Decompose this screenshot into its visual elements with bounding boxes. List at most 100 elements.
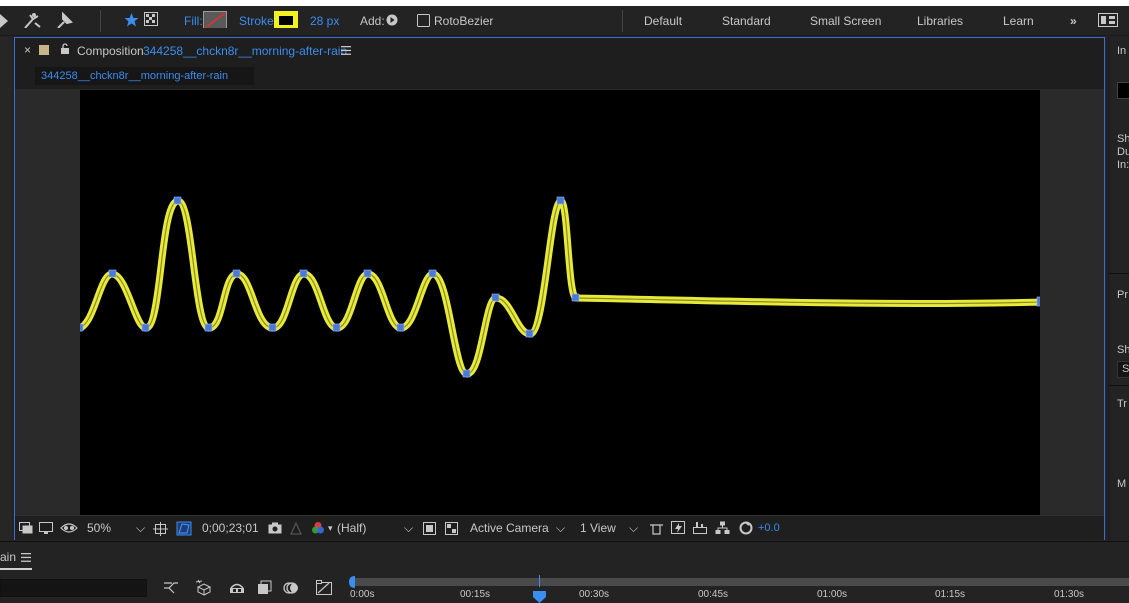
right-panel-field[interactable]: Sh (1117, 361, 1129, 378)
close-panel-icon[interactable]: × (24, 43, 31, 57)
play-arrow-icon[interactable] (0, 11, 10, 28)
comp-color-label-icon[interactable] (39, 45, 49, 55)
zoom-value[interactable]: 50% (87, 521, 111, 536)
checker-mask-icon[interactable] (144, 12, 158, 29)
path-vertex[interactable] (75, 323, 84, 332)
always-preview-icon[interactable] (19, 522, 33, 537)
path-vertex[interactable] (332, 323, 341, 332)
timeline-menu-icon[interactable] (21, 553, 31, 562)
composition-subtab[interactable]: 344258__chckn8r__morning-after-rain (35, 67, 254, 85)
workspace-menu-icon[interactable] (1098, 13, 1118, 30)
path-vertex[interactable] (462, 369, 471, 378)
draft-3d-icon[interactable] (195, 579, 213, 597)
stroke-label[interactable]: Stroke: (239, 13, 277, 30)
shy-layers-icon[interactable] (228, 580, 246, 596)
exposure-value[interactable]: +0.0 (758, 521, 780, 536)
graph-editor-icon[interactable] (316, 580, 333, 596)
comp-flowchart-icon[interactable] (163, 580, 179, 596)
add-dropdown-icon[interactable] (386, 13, 398, 30)
workspace-libraries[interactable]: Libraries (917, 13, 963, 30)
frame-blending-icon[interactable] (257, 580, 273, 596)
transparency-grid-icon[interactable] (445, 522, 458, 537)
channel-dropdown-icon[interactable]: ▾ (328, 521, 333, 536)
path-vertex[interactable] (173, 196, 182, 205)
path-vertex[interactable] (204, 323, 213, 332)
timeline-search-input[interactable] (0, 579, 147, 597)
path-vertex[interactable] (299, 269, 308, 278)
timeline-tab[interactable]: ain (0, 548, 16, 566)
resolution-dropdown-icon[interactable]: ⌵ (404, 521, 413, 536)
path-vertex[interactable] (108, 269, 117, 278)
path-vertex[interactable] (571, 293, 580, 302)
composition-canvas[interactable] (75, 90, 1048, 516)
current-timecode[interactable]: 0;00;23;01 (202, 521, 259, 536)
shape-path[interactable] (75, 90, 1048, 516)
views-value[interactable]: 1 View (580, 521, 616, 536)
camera-value[interactable]: Active Camera (470, 521, 549, 536)
timeline-ruler[interactable]: 0:00s 00:15s 00:30s 00:45s 01:00s 01:15s… (348, 575, 1129, 603)
work-area-start-handle[interactable] (348, 576, 356, 588)
path-vertex[interactable] (268, 323, 277, 332)
rotobezier-checkbox[interactable] (417, 14, 430, 31)
workspace-standard[interactable]: Standard (722, 13, 771, 30)
resolution-value[interactable]: (Half) (337, 521, 366, 536)
grid-guide-icon[interactable] (153, 522, 168, 537)
right-panel-section[interactable]: Pr (1117, 289, 1129, 301)
show-snapshot-icon[interactable] (289, 522, 303, 537)
toggle-pixel-aspect-icon[interactable] (649, 522, 664, 537)
time-tick: 00:15s (460, 589, 491, 600)
more-workspaces-icon[interactable]: » (1070, 13, 1077, 30)
composition-name[interactable]: 344258__chckn8r__morning-after-rain (143, 44, 347, 58)
playhead-line (539, 575, 540, 587)
info-panel-label[interactable]: In (1117, 45, 1129, 57)
viewer-footer: 50% ⌵ 0;00;23;01 ▾ (Half) ⌵ Active Camer… (15, 515, 1104, 540)
composition-viewer[interactable] (15, 89, 1104, 516)
zoom-dropdown-icon[interactable]: ⌵ (136, 521, 145, 536)
right-panel-section[interactable]: Tr (1117, 398, 1129, 410)
time-tick: 01:30s (1054, 589, 1085, 600)
panel-menu-icon[interactable] (341, 46, 351, 55)
mask-visibility-icon[interactable] (60, 522, 78, 537)
path-vertex[interactable] (396, 323, 405, 332)
reset-exposure-icon[interactable] (739, 521, 753, 536)
time-tick: 01:00s (817, 589, 848, 600)
flowchart-icon[interactable] (715, 521, 730, 536)
path-vertex[interactable] (525, 329, 534, 338)
motion-blur-icon[interactable] (283, 580, 299, 596)
path-vertex[interactable] (232, 269, 241, 278)
path-vertex-selected[interactable] (1036, 296, 1047, 307)
star-mask-icon[interactable] (124, 12, 139, 29)
stroke-width-value[interactable]: 28 px (310, 13, 339, 30)
workspace-small-screen[interactable]: Small Screen (810, 13, 881, 30)
path-vertex[interactable] (363, 269, 372, 278)
timeline-tab-underline (0, 568, 32, 570)
path-vertex[interactable] (141, 323, 150, 332)
region-of-interest-icon[interactable] (423, 522, 436, 537)
path-vertex[interactable] (428, 269, 437, 278)
right-panel-text: In: (1117, 159, 1129, 171)
lock-icon[interactable] (60, 43, 70, 55)
timeline-icon[interactable] (693, 521, 708, 536)
fill-label[interactable]: Fill: (184, 13, 203, 30)
work-area-bar[interactable] (352, 578, 1129, 586)
add-label: Add: (360, 14, 385, 28)
playhead-handle[interactable] (533, 591, 546, 603)
tools-toolbar: Fill: Stroke: 28 px Add: RotoBezier Defa… (0, 6, 1129, 36)
camera-snapshot-icon[interactable] (268, 522, 282, 537)
views-dropdown-icon[interactable]: ⌵ (629, 521, 638, 536)
monitor-icon[interactable] (39, 522, 54, 537)
stroke-swatch[interactable] (274, 11, 298, 28)
puppet-pin-tool-icon[interactable] (22, 11, 44, 28)
channel-rgb-icon[interactable] (311, 521, 325, 536)
pin-tool-icon[interactable] (54, 11, 76, 28)
workspace-default[interactable]: Default (644, 13, 682, 30)
fast-previews-icon[interactable] (671, 521, 686, 536)
fill-swatch[interactable] (203, 11, 227, 28)
composition-panel: × Composition 344258__chckn8r__morning-a… (14, 37, 1105, 540)
toggle-mask-path-icon[interactable] (176, 521, 192, 536)
workspace-learn[interactable]: Learn (1003, 13, 1034, 30)
path-vertex[interactable] (556, 196, 565, 205)
camera-dropdown-icon[interactable]: ⌵ (556, 521, 565, 536)
time-tick: 0:00s (350, 589, 375, 600)
path-vertex[interactable] (491, 293, 500, 302)
